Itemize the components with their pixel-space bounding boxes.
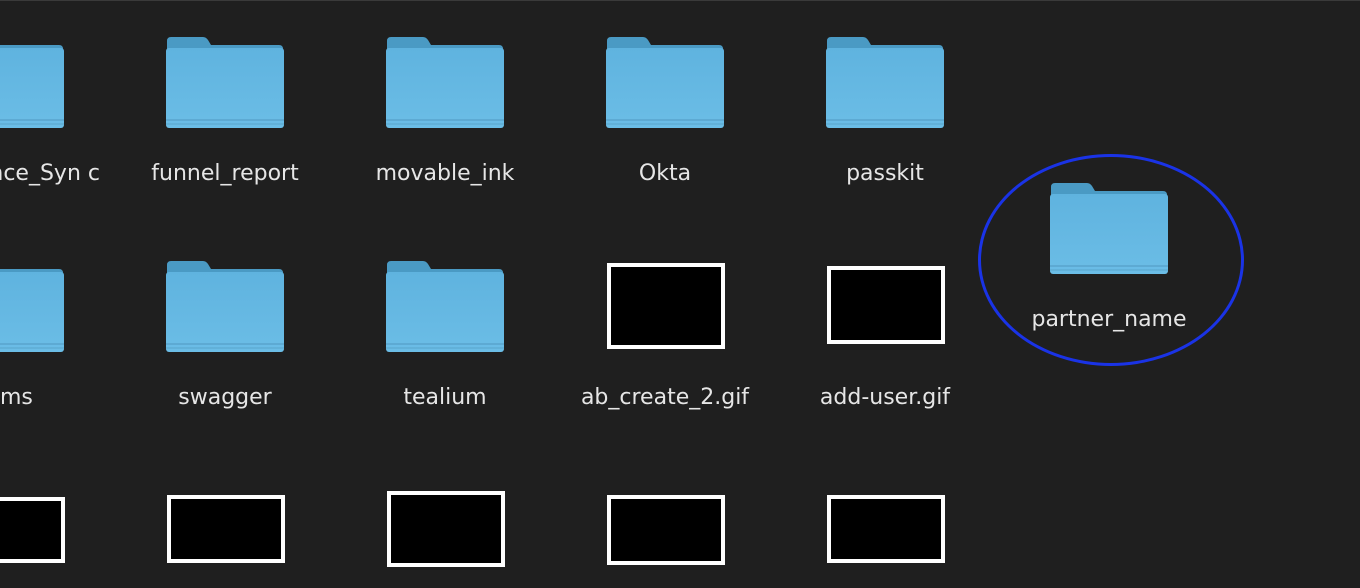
gif-thumbnail-icon	[165, 491, 285, 587]
item-label: ms	[0, 385, 33, 410]
gif-thumbnail-icon	[825, 259, 945, 355]
folder-item[interactable]: passkit	[790, 35, 980, 189]
item-label: passkit	[846, 161, 924, 186]
gif-item[interactable]	[570, 491, 760, 587]
gif-thumbnail-icon	[385, 491, 505, 587]
folder-icon	[385, 35, 505, 131]
folder-icon	[1049, 181, 1169, 277]
folder-icon	[0, 35, 65, 131]
item-label: movable_ink	[375, 161, 515, 186]
item-label: ab_create_2.gif	[580, 385, 750, 410]
gif-thumbnail-icon	[0, 491, 65, 587]
item-label: funnel_report	[151, 161, 299, 186]
gif-thumbnail-icon	[605, 491, 725, 587]
item-label: add-user.gif	[819, 385, 951, 410]
folder-icon	[825, 35, 945, 131]
gif-item[interactable]	[790, 491, 980, 587]
folder-icon	[385, 259, 505, 355]
item-label: swagger	[178, 385, 272, 410]
folder-icon	[165, 35, 285, 131]
item-label: tealium	[403, 385, 487, 410]
gif-item[interactable]: ab_create_2.gif	[570, 259, 760, 413]
folder-item[interactable]: funnel_report	[130, 35, 320, 189]
gif-item[interactable]: add-user.gif	[790, 259, 980, 413]
folder-item-partner-name[interactable]: partner_name	[1014, 181, 1204, 335]
item-label: ence_Syn c	[0, 161, 100, 186]
folder-icon	[0, 259, 65, 355]
folder-icon	[165, 259, 285, 355]
gif-thumbnail-icon	[825, 491, 945, 587]
gif-item[interactable]	[350, 491, 540, 587]
gif-item[interactable]	[0, 491, 100, 587]
folder-item[interactable]: swagger	[130, 259, 320, 413]
gif-thumbnail-icon	[605, 259, 725, 355]
folder-item[interactable]: ms	[0, 259, 100, 413]
gif-item[interactable]	[130, 491, 320, 587]
finder-icon-view: ence_Syn c funnel_report movable_ink Okt…	[0, 0, 1360, 588]
folder-item[interactable]: movable_ink	[350, 35, 540, 189]
item-label: partner_name	[1031, 307, 1187, 332]
item-label: Okta	[638, 161, 692, 186]
folder-item[interactable]: tealium	[350, 259, 540, 413]
folder-item[interactable]: ence_Syn c	[0, 35, 100, 189]
folder-item[interactable]: Okta	[570, 35, 760, 189]
folder-icon	[605, 35, 725, 131]
